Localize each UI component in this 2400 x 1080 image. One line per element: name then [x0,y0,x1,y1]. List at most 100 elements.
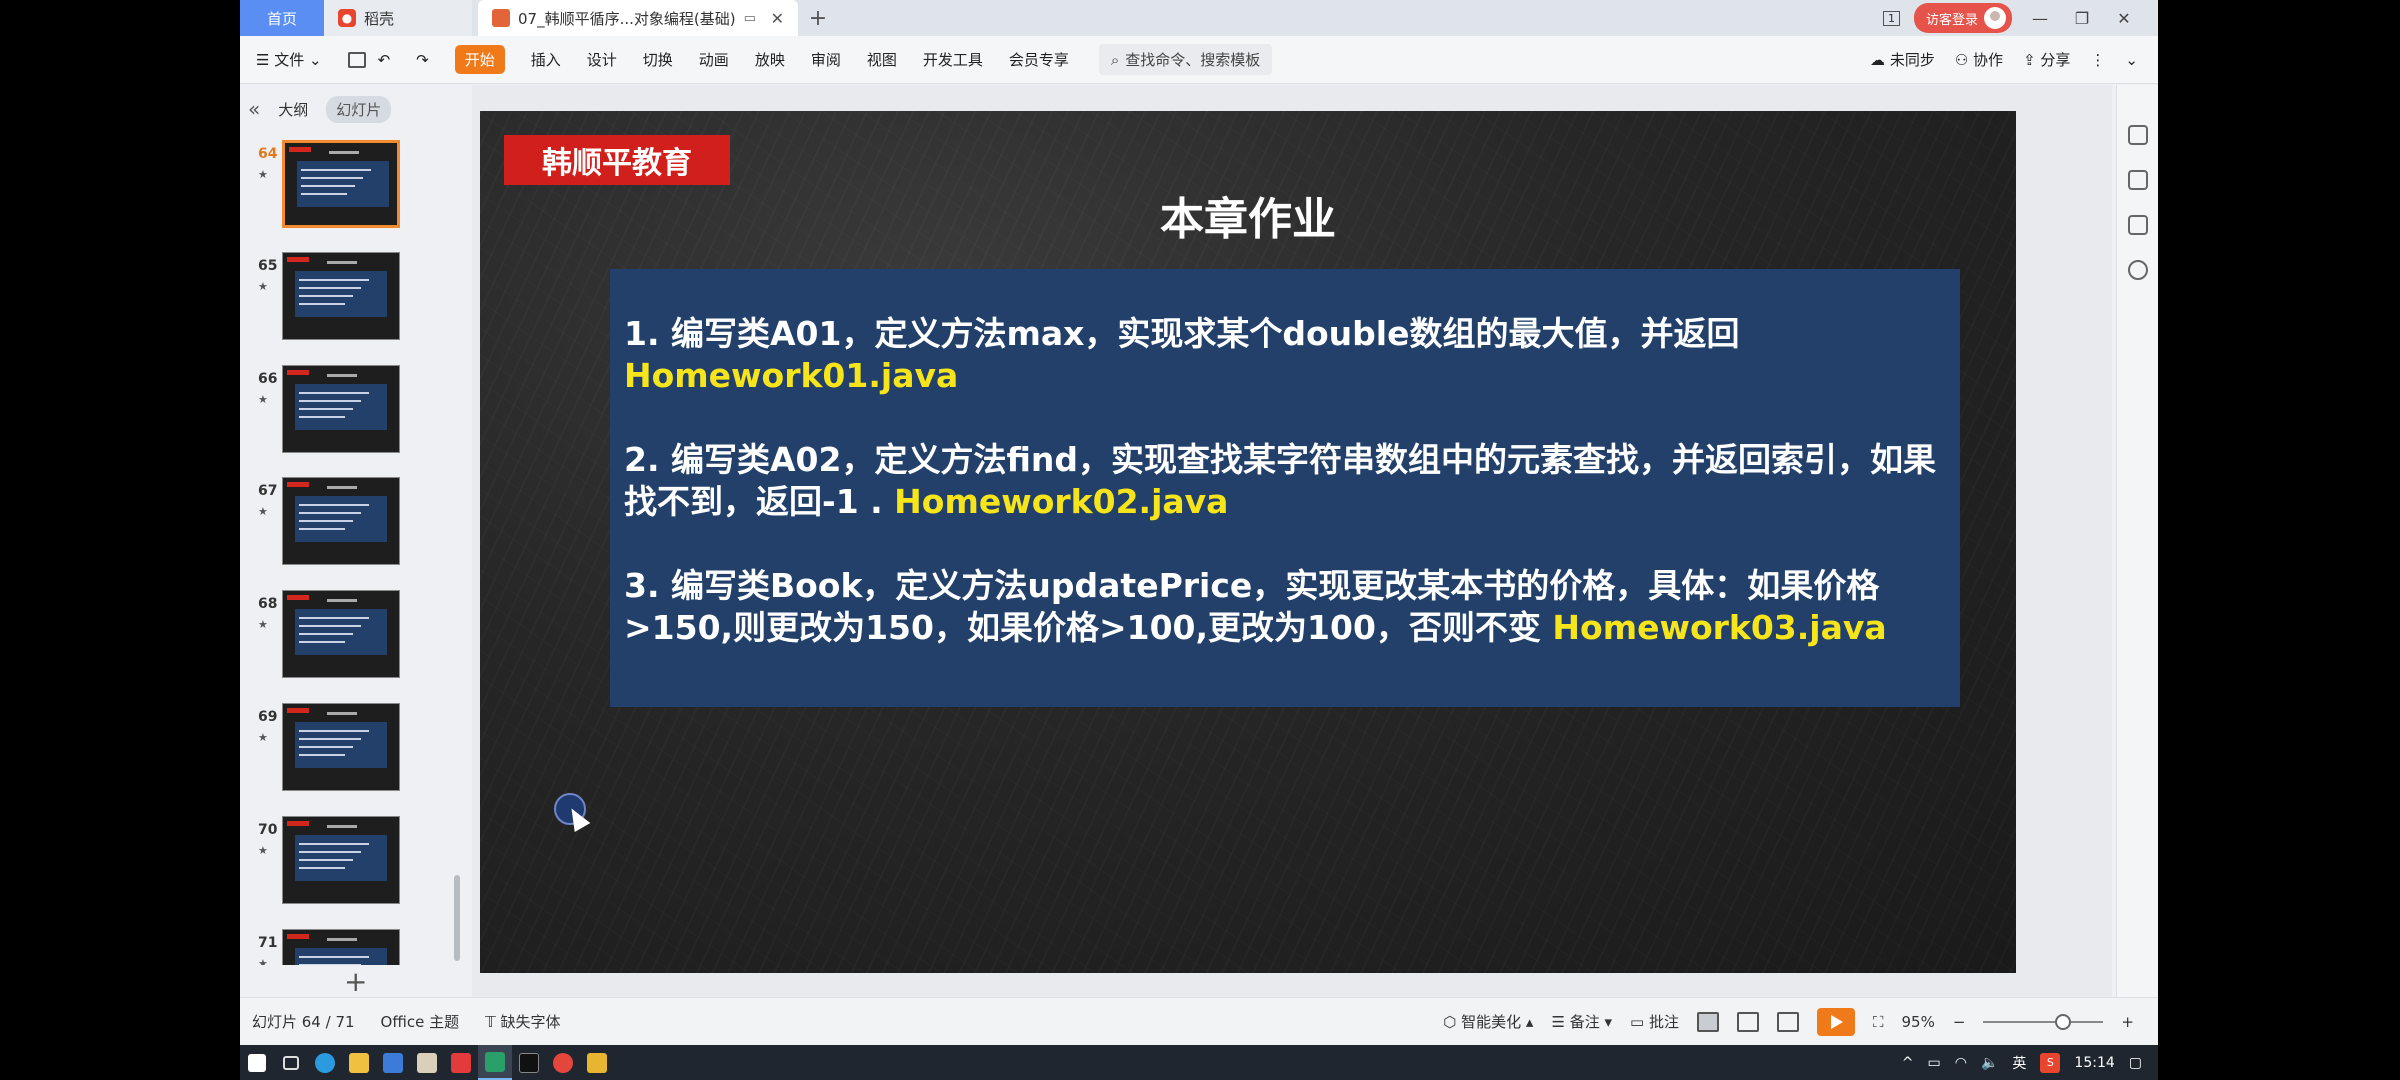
slide-thumbnail[interactable] [282,929,400,965]
slide-layout-icon[interactable] [2128,215,2148,235]
thumbnail-text-line [299,843,369,845]
chrome-icon[interactable] [546,1045,580,1080]
properties-icon[interactable] [2128,125,2148,145]
save-icon[interactable] [347,51,366,68]
tab-developer[interactable]: 开发工具 [923,49,983,70]
slide-thumbnail-row[interactable]: 69 ★ [240,703,470,803]
slide-thumbnail[interactable] [282,590,400,678]
tab-slideshow[interactable]: 放映 [755,49,785,70]
file-menu[interactable]: ☰ 文件 ⌄ [256,49,322,70]
sync-status[interactable]: ☁ 未同步 [1870,49,1935,70]
thumbnail-tbadge [287,482,309,487]
more-icon[interactable]: ⋮ [2090,51,2105,69]
homework-file: Homework03.java [1552,608,1887,647]
slide-thumbnail-row[interactable]: 65 ★ [240,252,470,352]
xmind-icon[interactable] [444,1045,478,1080]
reading-view-icon[interactable] [1776,1011,1799,1032]
zoom-slider-knob[interactable] [2055,1013,2072,1030]
comments-button[interactable]: ▭ 批注 [1630,1011,1679,1032]
start-menu-icon[interactable] [240,1045,274,1080]
slide-thumbnail-row[interactable]: 68 ★ [240,590,470,690]
slide-thumbnail-row[interactable]: 66 ★ [240,365,470,465]
zoom-out-icon[interactable]: − [1953,1013,1966,1031]
terminal-icon[interactable] [512,1045,546,1080]
command-search[interactable]: ⌕ 查找命令、搜索模板 [1098,44,1273,75]
mail-icon[interactable] [376,1045,410,1080]
redo-icon[interactable]: ↷ [416,51,429,69]
share-button[interactable]: ⇪ 分享 [2023,49,2070,70]
tab-transition[interactable]: 切换 [643,49,673,70]
normal-view-icon[interactable] [1696,1011,1719,1032]
beautify-button[interactable]: ⬡ 智能美化 ▴ [1443,1011,1533,1032]
task-view-icon[interactable] [274,1045,308,1080]
play-slideshow-button[interactable] [1816,1007,1855,1036]
tab-review[interactable]: 审阅 [811,49,841,70]
tab-document[interactable]: 07_韩顺平循序...对象编程(基础) ▭ ✕ [478,0,798,36]
close-tab-icon[interactable]: ✕ [771,9,784,28]
minimize-icon[interactable]: — [2026,9,2054,28]
volume-icon[interactable]: 🔈 [1981,1055,1998,1071]
slide-thumbnail[interactable] [282,140,400,228]
zoom-slider[interactable] [1983,1013,2104,1030]
tab-outline[interactable]: 大纲 [278,99,308,120]
tab-docer[interactable]: ● 稻壳 [324,0,472,36]
homework-text: 1. 编写类A01，定义方法max，实现求某个double数组的最大值，并返回 [624,314,1740,353]
animation-star-icon: ★ [258,393,268,406]
zoom-in-icon[interactable]: + [2121,1013,2134,1031]
add-slide-button[interactable]: + [344,965,367,998]
app-icon[interactable] [410,1045,444,1080]
thumbnail-text-line [301,177,363,179]
new-tab-button[interactable]: + [798,0,838,36]
restore-icon[interactable]: ❐ [2068,9,2096,28]
title-bar-right: 1 访客登录 — ❐ ✕ [1882,0,2158,36]
monitor-icon[interactable]: ▭ [744,11,756,26]
slide-thumbnail-row[interactable]: 64 ★ [240,140,470,240]
slide-thumbnail[interactable] [282,816,400,904]
file-explorer-icon[interactable] [342,1045,376,1080]
tool-icon[interactable] [580,1045,614,1080]
sorter-view-icon[interactable] [1736,1011,1759,1032]
help-icon[interactable] [2128,260,2148,280]
slide-thumbnail[interactable] [282,477,400,565]
tab-design[interactable]: 设计 [587,49,617,70]
tab-animation[interactable]: 动画 [699,49,729,70]
tray-expand-icon[interactable]: ^ [1902,1055,1914,1071]
slide-thumbnail-row[interactable]: 70 ★ [240,816,470,916]
window-count-indicator[interactable]: 1 [1882,10,1900,26]
slide-thumbnail[interactable] [282,365,400,453]
zoom-level[interactable]: 95% [1902,1013,1935,1031]
undo-icon[interactable]: ↶ [378,51,391,69]
thumbnail-tbadge [287,370,309,375]
slide-thumbnail-row[interactable]: 71 ★ [240,929,470,965]
tab-start[interactable]: 开始 [454,45,505,74]
tab-member[interactable]: 会员专享 [1009,49,1069,70]
thumbnail-text-line [299,520,353,522]
animation-star-icon: ★ [258,618,268,631]
input-method-icon[interactable]: S [2040,1052,2061,1073]
slide-thumbnail[interactable] [282,703,400,791]
edge-icon[interactable] [308,1045,342,1080]
slide-thumbnail[interactable] [282,252,400,340]
chevron-down-icon[interactable]: ⌄ [2125,51,2138,69]
tab-slides[interactable]: 幻灯片 [326,95,392,123]
slide-thumbnail-row[interactable]: 67 ★ [240,477,470,577]
battery-icon[interactable]: ▭ [1928,1055,1941,1071]
tab-view[interactable]: 视图 [867,49,897,70]
tab-home[interactable]: 首页 [240,0,324,36]
fit-icon[interactable]: ⛶ [1873,1013,1884,1031]
collapse-panel-icon[interactable]: « [248,97,260,121]
animation-icon[interactable] [2128,170,2148,190]
ime-indicator[interactable]: 英 [2012,1053,2026,1073]
notification-icon[interactable]: ▢ [2129,1055,2142,1071]
collab-button[interactable]: ⚇ 协作 [1955,49,2003,70]
current-slide[interactable]: 韩顺平教育 本章作业 1. 编写类A01，定义方法max，实现求某个double… [480,111,2016,973]
missing-font-button[interactable]: 𝕋 缺失字体 [485,1011,560,1032]
network-icon[interactable]: ◠ [1955,1055,1967,1071]
tab-insert[interactable]: 插入 [531,49,561,70]
notes-button[interactable]: ☰ 备注 ▾ [1551,1011,1612,1032]
close-window-icon[interactable]: ✕ [2110,9,2138,28]
login-button[interactable]: 访客登录 [1913,3,2012,33]
clock[interactable]: 15:14 [2074,1055,2114,1071]
camtasia-icon[interactable] [478,1045,512,1080]
thumbnail-scrollbar[interactable] [454,875,460,961]
